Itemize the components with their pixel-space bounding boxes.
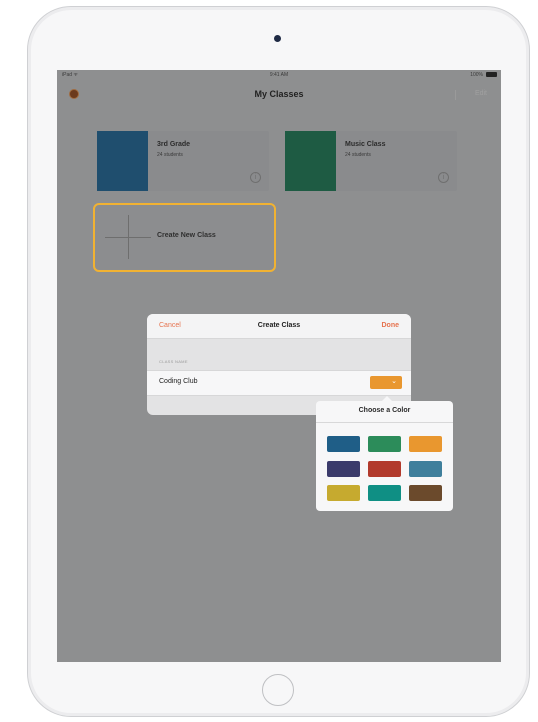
page-title: My Classes	[254, 89, 304, 99]
class-student-count: 24 students	[157, 152, 183, 158]
navigation-bar: My Classes Edit	[57, 82, 501, 106]
status-time: 9:41 AM	[269, 72, 289, 78]
info-icon[interactable]: i	[250, 172, 261, 183]
color-picker-popover: Choose a Color	[316, 396, 453, 511]
nav-divider	[455, 90, 456, 100]
color-swatch[interactable]	[409, 485, 442, 501]
create-class-dialog: Cancel Create Class Done CLASS NAME Codi…	[147, 314, 411, 415]
class-name-row: Coding Club ⌄	[147, 370, 411, 396]
dialog-header: Cancel Create Class Done	[147, 314, 411, 339]
color-swatch[interactable]	[327, 485, 360, 501]
class-cover	[97, 131, 148, 191]
color-swatch[interactable]	[368, 461, 401, 477]
class-name-label: CLASS NAME	[159, 359, 188, 364]
chevron-down-icon: ⌄	[391, 378, 397, 385]
class-student-count: 24 students	[345, 152, 371, 158]
done-button[interactable]: Done	[382, 322, 400, 329]
popover-arrow	[382, 396, 392, 401]
info-icon[interactable]: i	[438, 172, 449, 183]
battery-percent: 100%	[470, 72, 483, 78]
status-bar: iPad ᯤ 9:41 AM 100%	[57, 70, 501, 80]
color-swatch[interactable]	[368, 485, 401, 501]
color-swatch[interactable]	[327, 461, 360, 477]
create-class-label: Create New Class	[157, 232, 216, 239]
plus-icon	[105, 237, 151, 238]
edit-button[interactable]: Edit	[475, 90, 487, 97]
battery-icon	[486, 72, 497, 77]
class-name: 3rd Grade	[157, 141, 191, 148]
home-button[interactable]	[262, 674, 294, 706]
create-new-class-card[interactable]: Create New Class	[93, 203, 276, 272]
class-cover	[285, 131, 336, 191]
front-camera	[274, 35, 281, 42]
popover-divider	[316, 422, 453, 423]
color-swatch[interactable]	[327, 436, 360, 452]
class-card-3rd-grade[interactable]: 3rd Grade 24 students i	[97, 131, 269, 191]
color-swatch[interactable]	[368, 436, 401, 452]
color-picker-title: Choose a Color	[358, 407, 411, 414]
color-swatch[interactable]	[409, 461, 442, 477]
class-card-music[interactable]: Music Class 24 students i	[285, 131, 457, 191]
screen: iPad ᯤ 9:41 AM 100% My Classes Edit 3rd …	[57, 70, 501, 662]
color-select-button[interactable]: ⌄	[370, 376, 402, 389]
dialog-title: Create Class	[257, 322, 301, 329]
class-name-input[interactable]: Coding Club	[159, 378, 198, 385]
class-name: Music Class	[345, 141, 386, 148]
color-swatch[interactable]	[409, 436, 442, 452]
